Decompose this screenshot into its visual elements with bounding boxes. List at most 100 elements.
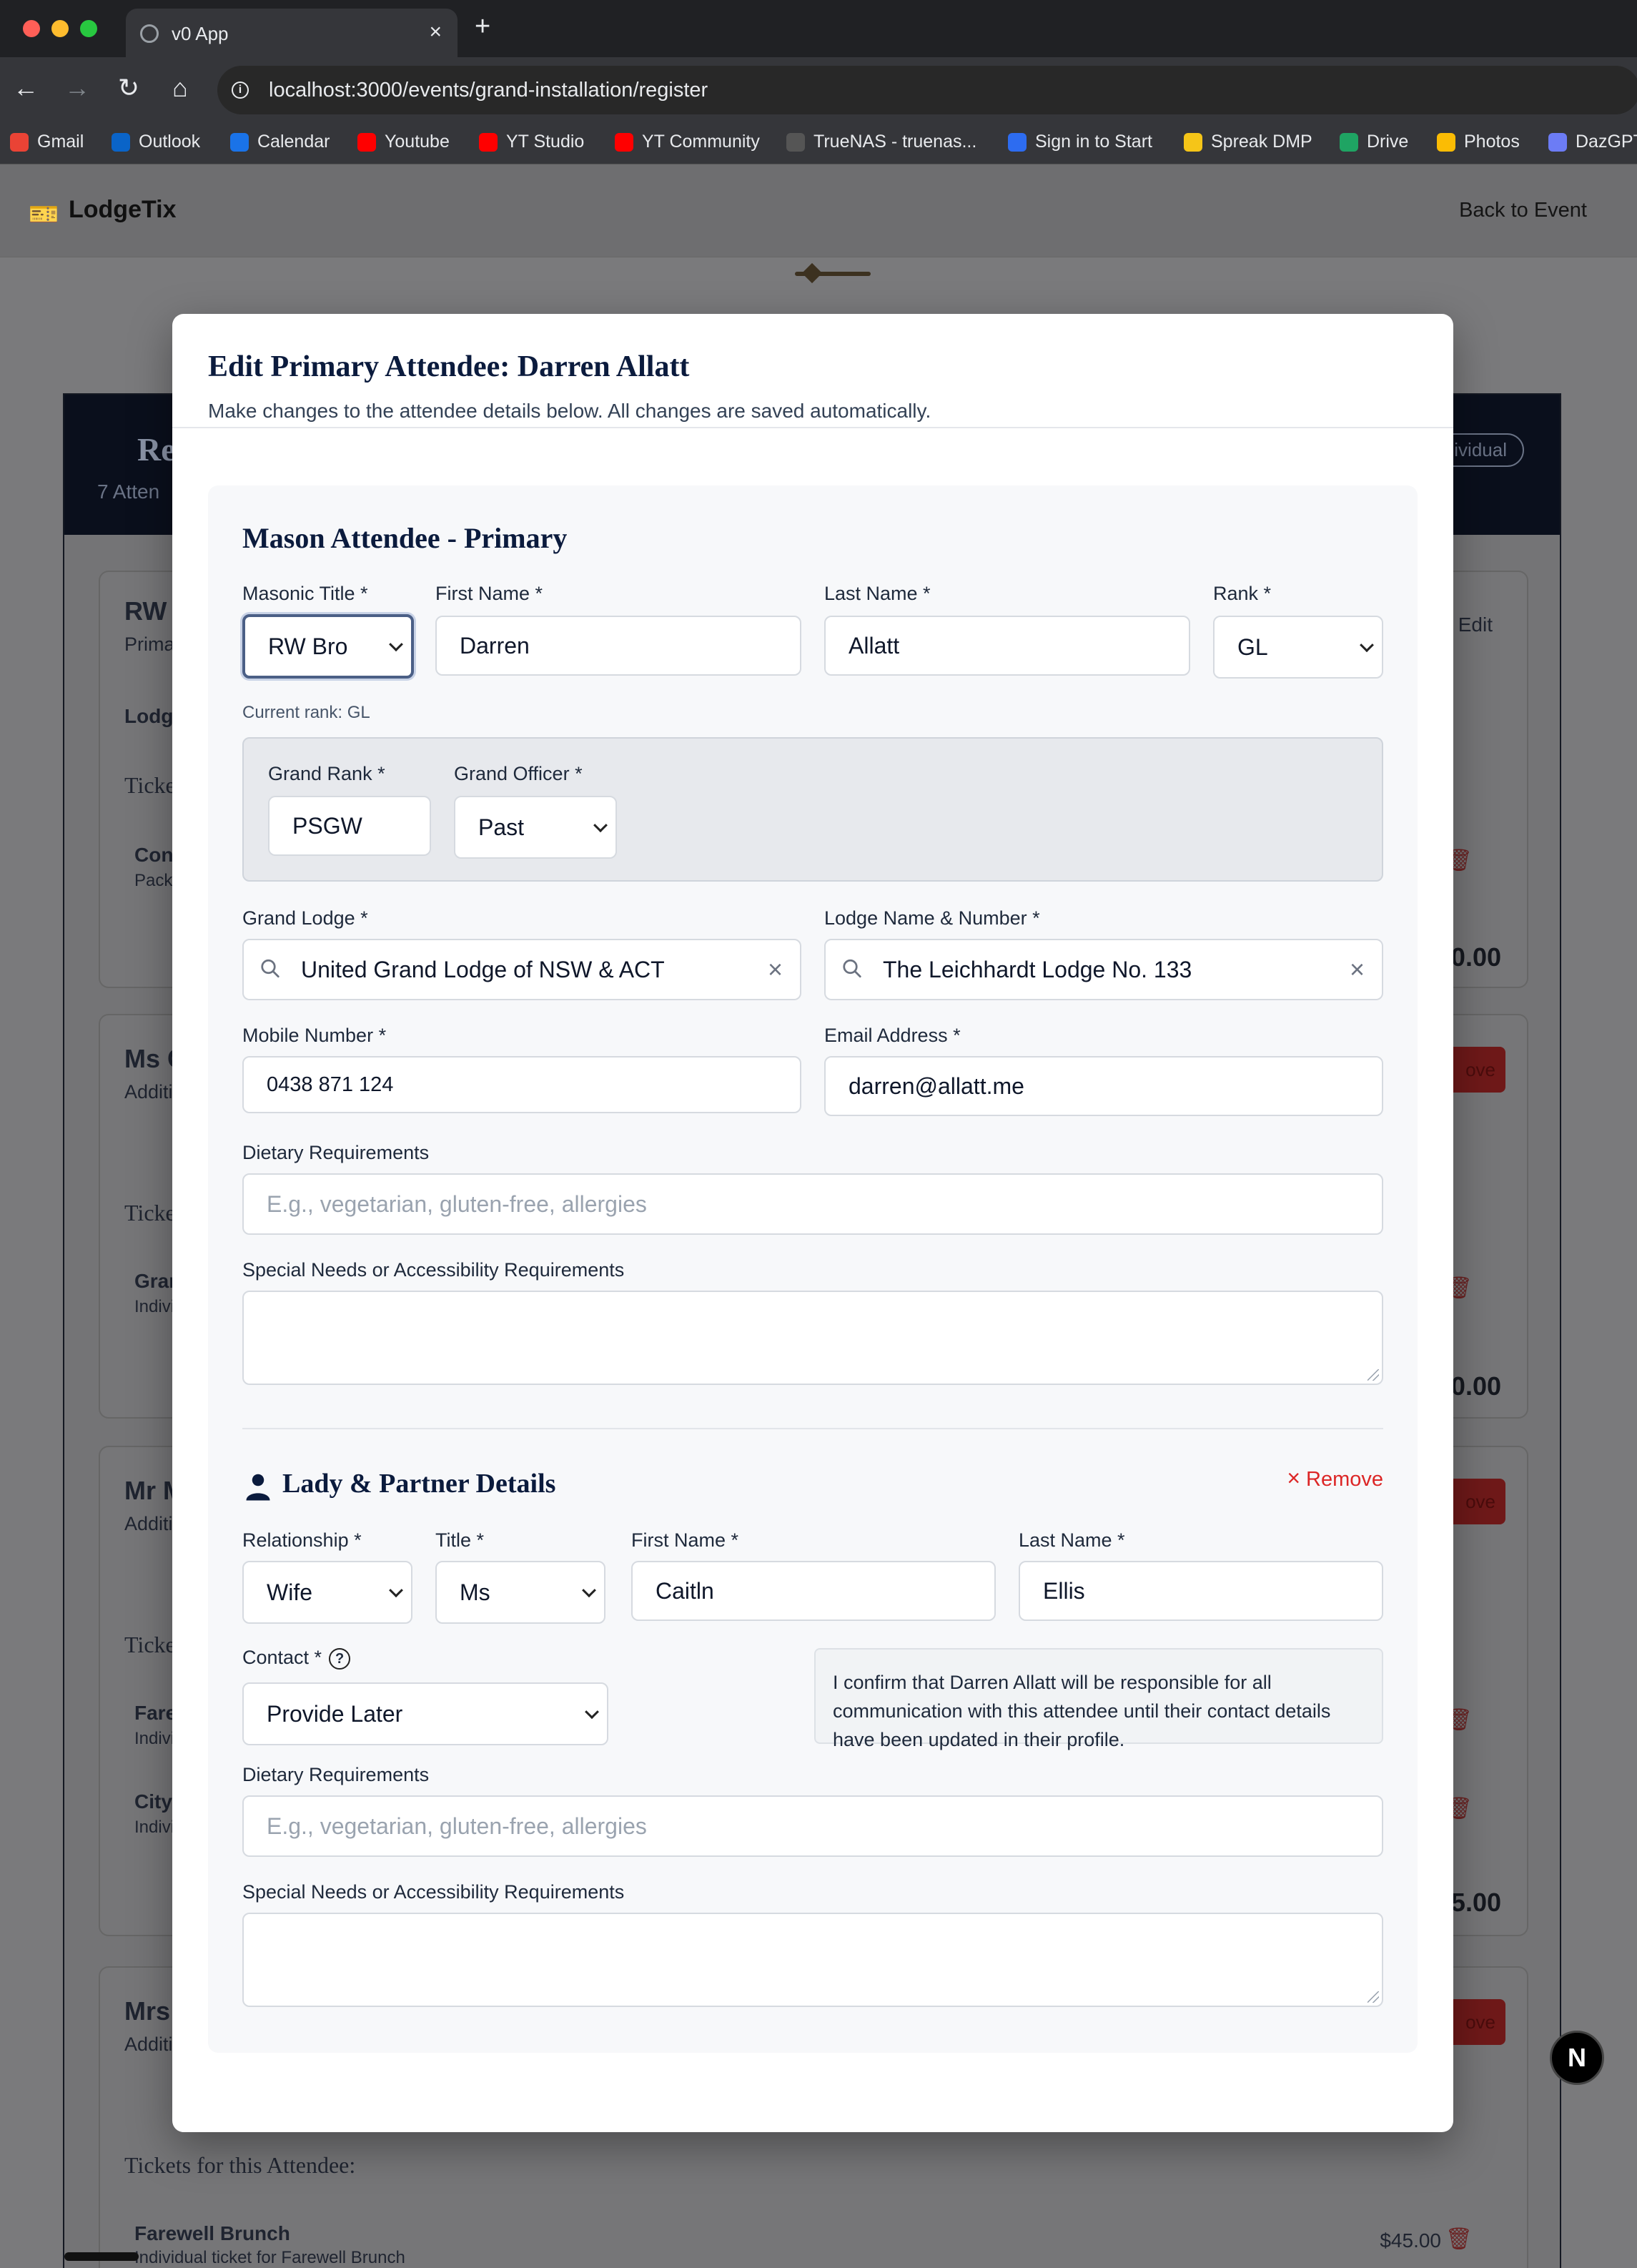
ticket-icon: 🎫	[29, 201, 59, 228]
back-to-event-link[interactable]: Back to Event	[1459, 199, 1587, 222]
bookmark-label: YT Studio	[506, 132, 585, 152]
trash-icon[interactable]: 🗑	[1445, 2227, 1473, 2252]
ticket-desc: Indivi	[134, 1297, 175, 1316]
bookmark-item[interactable]: Drive	[1340, 132, 1408, 152]
bookmark-item[interactable]: YT Community	[615, 132, 760, 152]
minimize-window-button[interactable]	[51, 20, 69, 37]
last-name-input[interactable]: Allatt	[824, 616, 1190, 676]
first-name-label: First Name *	[435, 583, 543, 604]
partner-first-name-value: Caitln	[656, 1577, 714, 1604]
app-header: 🎫 LodgeTix Back to Event	[0, 164, 1637, 257]
bookmark-item[interactable]: Spreak DMP	[1184, 132, 1312, 152]
partner-title-label: Title *	[435, 1529, 485, 1551]
gmail-icon	[10, 132, 29, 152]
bookmark-label: Photos	[1464, 132, 1520, 152]
address-bar[interactable]: i localhost:3000/events/grand-installati…	[217, 66, 1637, 114]
relationship-select[interactable]: Wife	[242, 1561, 412, 1624]
edit-attendee-button[interactable]: Edit	[1458, 613, 1493, 636]
contact-select[interactable]: Provide Later	[242, 1682, 608, 1745]
grand-officer-select[interactable]: Past	[454, 796, 617, 859]
partner-title-select[interactable]: Ms	[435, 1561, 605, 1624]
masonic-title-select[interactable]: RW Bro	[242, 614, 414, 679]
clear-icon[interactable]: ×	[1350, 955, 1365, 985]
star-icon	[1184, 132, 1202, 152]
horizontal-scrollbar[interactable]	[64, 2252, 139, 2261]
modal-title: Edit Primary Attendee: Darren Allatt	[208, 350, 690, 383]
ticket-desc: Indivi	[134, 1818, 175, 1837]
maximize-window-button[interactable]	[80, 20, 97, 37]
mobile-input[interactable]: 0438 871 124	[242, 1056, 801, 1113]
bookmark-label: Spreak DMP	[1211, 132, 1312, 152]
bookmark-item[interactable]: DazGPT	[1548, 132, 1637, 152]
dietary-input[interactable]: E.g., vegetarian, gluten-free, allergies	[242, 1173, 1383, 1235]
close-window-button[interactable]	[23, 20, 40, 37]
first-name-input[interactable]: Darren	[435, 616, 801, 676]
special-needs-textarea[interactable]	[242, 1291, 1383, 1385]
grand-lodge-combobox[interactable]: United Grand Lodge of NSW & ACT ×	[242, 939, 801, 1000]
contact-responsibility-notice: I confirm that Darren Allatt will be res…	[814, 1648, 1383, 1750]
remove-partner-button[interactable]: × Remove	[1287, 1465, 1383, 1492]
contact-value: Provide Later	[267, 1700, 403, 1727]
email-input[interactable]: darren@allatt.me	[824, 1056, 1383, 1116]
subtotal: 0.00	[1450, 942, 1501, 972]
browser-tab[interactable]: v0 App ×	[126, 9, 458, 57]
bookmark-item[interactable]: Youtube	[357, 132, 450, 152]
bookmark-item[interactable]: Outlook	[112, 132, 200, 152]
forward-arrow-icon[interactable]: →	[60, 73, 94, 103]
partner-last-name-label: Last Name *	[1019, 1529, 1125, 1551]
chevron-down-icon	[389, 637, 403, 652]
reload-icon[interactable]: ↻	[112, 73, 146, 103]
help-icon[interactable]: ?	[329, 1647, 351, 1670]
divider	[172, 427, 1453, 428]
bookmark-item[interactable]: Photos	[1437, 132, 1520, 152]
tickets-heading: Ticke	[124, 1632, 176, 1657]
bookmark-item[interactable]: YT Studio	[479, 132, 584, 152]
mason-attendee-section: Mason Attendee - Primary Masonic Title *…	[208, 485, 1418, 2053]
bookmark-label: Youtube	[385, 132, 450, 152]
search-icon	[843, 959, 861, 978]
chevron-down-icon	[585, 1705, 599, 1720]
partner-first-name-input[interactable]: Caitln	[631, 1561, 996, 1621]
rank-select[interactable]: GL	[1213, 616, 1383, 679]
ticket-name: Fare	[134, 1702, 177, 1724]
browser-tab-bar: v0 App × +	[0, 0, 1637, 57]
resize-handle[interactable]	[1368, 1991, 1379, 2003]
site-info-icon[interactable]: i	[232, 82, 249, 99]
nextjs-dev-badge[interactable]: N	[1550, 2031, 1604, 2085]
zoom-icon	[1008, 132, 1027, 152]
tickets-heading: Ticke	[124, 772, 176, 798]
partner-dietary-input[interactable]: E.g., vegetarian, gluten-free, allergies	[242, 1795, 1383, 1857]
url-text: localhost:3000/events/grand-installation…	[269, 79, 708, 102]
grand-rank-value: PSGW	[292, 812, 362, 839]
bookmark-item[interactable]: Calendar	[230, 132, 330, 152]
lodge-combobox[interactable]: The Leichhardt Lodge No. 133 ×	[824, 939, 1383, 1000]
resize-handle[interactable]	[1368, 1369, 1379, 1381]
search-icon	[261, 959, 280, 978]
dietary-placeholder: E.g., vegetarian, gluten-free, allergies	[267, 1190, 647, 1217]
ticket-name: Farewell Brunch	[134, 2222, 290, 2244]
new-tab-button[interactable]: +	[475, 11, 490, 42]
youtube-icon	[357, 132, 376, 152]
back-arrow-icon[interactable]: ←	[9, 73, 43, 103]
attendee-name: Mrs	[124, 1996, 171, 2026]
close-icon: ×	[1287, 1465, 1300, 1491]
attendee-type: Prima	[124, 633, 175, 655]
bookmark-label: Outlook	[139, 132, 201, 152]
contact-label-text: Contact *	[242, 1647, 322, 1668]
rank-value: GL	[1237, 633, 1268, 660]
clear-icon[interactable]: ×	[768, 955, 783, 985]
home-icon[interactable]: ⌂	[163, 73, 197, 103]
bookmark-item[interactable]: Sign in to Start	[1008, 132, 1152, 152]
grand-rank-input[interactable]: PSGW	[268, 796, 431, 856]
ticket-desc: Indivi	[134, 1729, 175, 1748]
close-tab-icon[interactable]: ×	[429, 20, 442, 44]
mobile-label: Mobile Number *	[242, 1025, 387, 1046]
lodge-label: Lodge Name & Number *	[824, 907, 1040, 929]
section-title: Mason Attendee - Primary	[242, 522, 568, 554]
partner-special-needs-textarea[interactable]	[242, 1913, 1383, 2007]
calendar-icon	[230, 132, 249, 152]
bookmark-item[interactable]: Gmail	[10, 132, 84, 152]
bookmark-item[interactable]: TrueNAS - truenas...	[786, 132, 976, 152]
brand-logo[interactable]: LodgeTix	[69, 196, 177, 224]
partner-last-name-input[interactable]: Ellis	[1019, 1561, 1383, 1621]
